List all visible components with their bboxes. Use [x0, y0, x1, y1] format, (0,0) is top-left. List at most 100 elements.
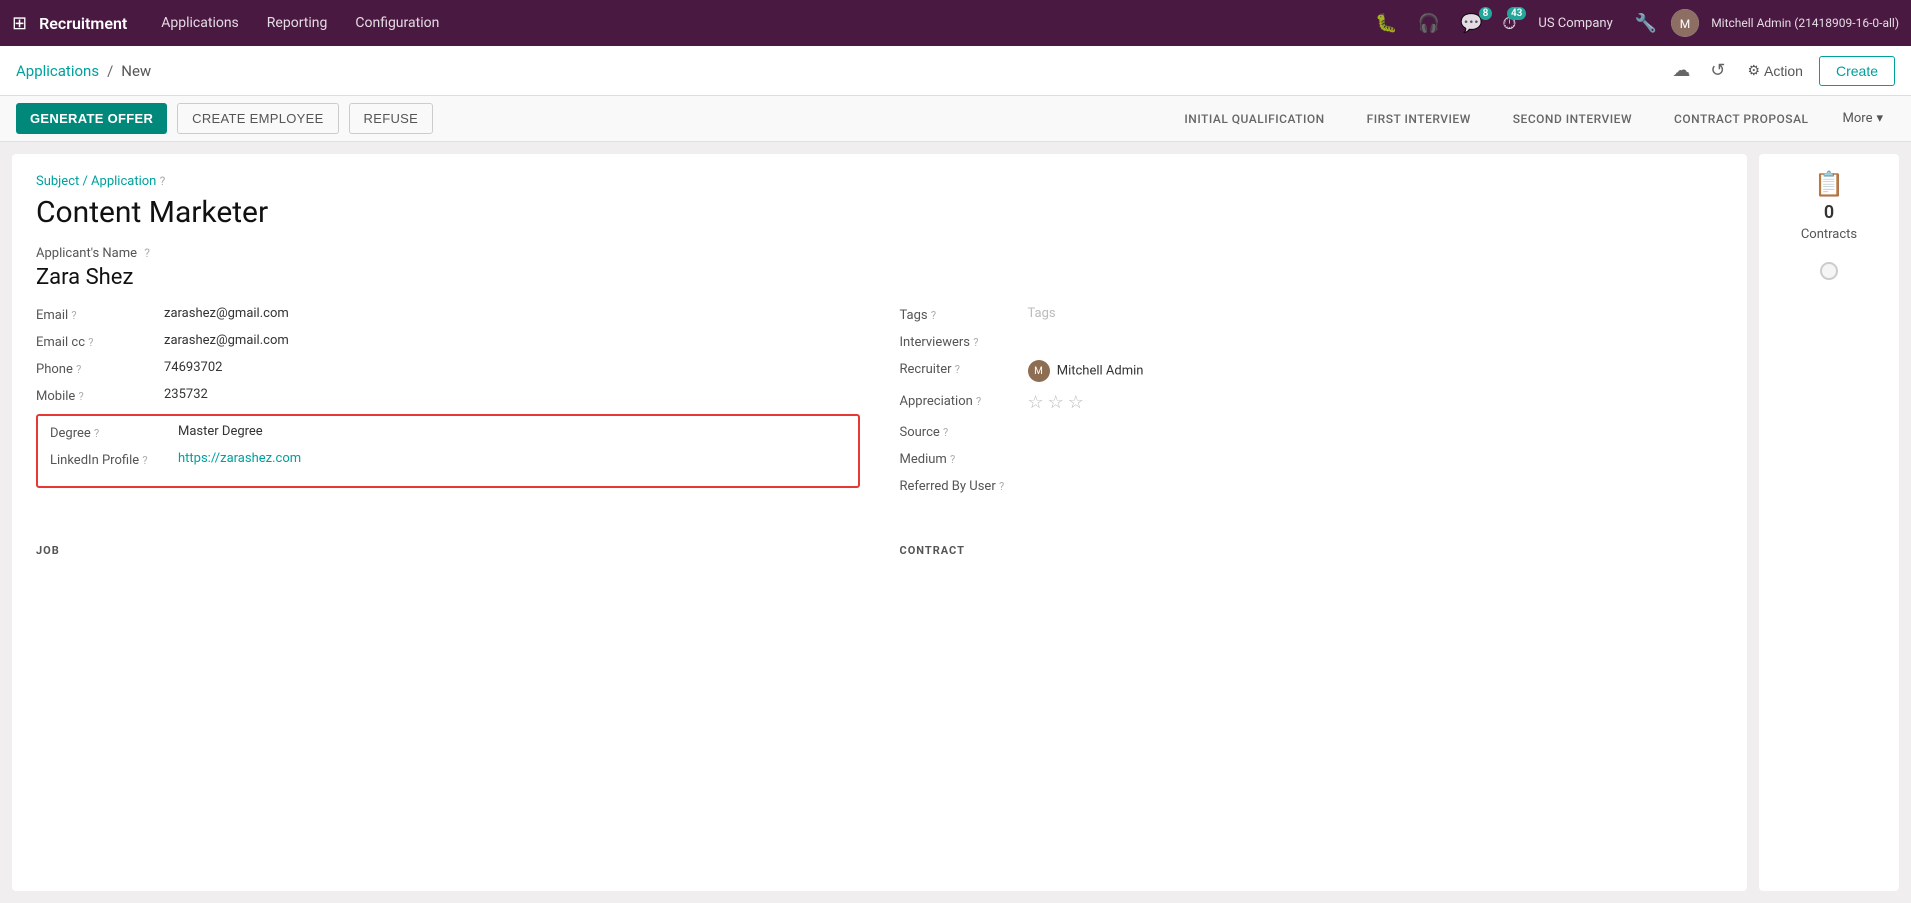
user-avatar[interactable]: M [1671, 9, 1699, 37]
tags-value[interactable]: Tags [1028, 306, 1056, 321]
messages-badge: 8 [1479, 7, 1493, 20]
email-help-icon[interactable]: ? [71, 309, 76, 322]
support-icon[interactable]: 🎧 [1412, 9, 1446, 38]
status-bar: Generate Offer Create Employee Refuse In… [0, 96, 1911, 142]
phone-help-icon[interactable]: ? [76, 363, 81, 376]
bug-icon[interactable]: 🐛 [1369, 9, 1403, 38]
contracts-count: 0 [1824, 202, 1834, 223]
breadcrumb-separator: / [107, 62, 113, 80]
gear-icon: ⚙ [1747, 62, 1760, 79]
source-label: Source ? [900, 423, 1020, 440]
interviewers-help-icon[interactable]: ? [973, 336, 978, 349]
linkedin-help-icon[interactable]: ? [142, 454, 147, 467]
recruiter-value: M Mitchell Admin [1028, 360, 1144, 382]
right-column: Tags ? Tags Interviewers ? Recruiter ? [900, 306, 1724, 504]
section-contract: CONTRACT [900, 544, 1724, 557]
breadcrumb-bar: Applications / New ☁ ↺ ⚙ Action Create [0, 46, 1911, 96]
tags-label: Tags ? [900, 306, 1020, 323]
generate-offer-button[interactable]: Generate Offer [16, 103, 167, 134]
stage-second-interview[interactable]: Second Interview [1489, 104, 1650, 134]
source-row: Source ? [900, 423, 1724, 440]
form-title[interactable]: Content Marketer [36, 195, 1723, 230]
tags-help-icon[interactable]: ? [931, 309, 936, 322]
left-column: Email ? zarashez@gmail.com Email cc ? za… [36, 306, 860, 504]
highlighted-fields-box: Degree ? Master Degree LinkedIn Profile … [36, 414, 860, 488]
company-name: US Company [1538, 16, 1612, 31]
refresh-icon[interactable]: ↺ [1704, 56, 1731, 85]
source-help-icon[interactable]: ? [943, 426, 948, 439]
star-2[interactable]: ☆ [1048, 392, 1064, 413]
refuse-button[interactable]: Refuse [349, 103, 434, 134]
chevron-down-icon: ▾ [1876, 111, 1883, 126]
email-cc-label: Email cc ? [36, 333, 156, 350]
medium-help-icon[interactable]: ? [950, 453, 955, 466]
phone-value: 74693702 [164, 360, 222, 375]
linkedin-row: LinkedIn Profile ? https://zarashez.com [50, 451, 846, 468]
pipeline-stages: Initial Qualification First Interview Se… [1160, 104, 1826, 134]
mobile-row: Mobile ? 235732 [36, 387, 860, 404]
nav-applications[interactable]: Applications [151, 11, 249, 35]
create-button[interactable]: Create [1819, 56, 1895, 86]
stage-contract-proposal[interactable]: Contract Proposal [1650, 104, 1826, 134]
degree-label: Degree ? [50, 424, 170, 441]
phone-label: Phone ? [36, 360, 156, 377]
medium-row: Medium ? [900, 450, 1724, 467]
stage-first-interview[interactable]: First Interview [1343, 104, 1489, 134]
tags-row: Tags ? Tags [900, 306, 1724, 323]
email-label: Email ? [36, 306, 156, 323]
clock-icon[interactable]: ⏱ 43 [1496, 9, 1522, 38]
more-label: More [1843, 111, 1873, 126]
appreciation-row: Appreciation ? ☆ ☆ ☆ [900, 392, 1724, 413]
appreciation-stars[interactable]: ☆ ☆ ☆ [1028, 392, 1084, 413]
breadcrumb-parent[interactable]: Applications [16, 62, 99, 80]
cloud-save-icon[interactable]: ☁ [1666, 56, 1696, 85]
top-navigation: ⊞ Recruitment Applications Reporting Con… [0, 0, 1911, 46]
linkedin-value[interactable]: https://zarashez.com [178, 451, 301, 466]
section-job: JOB [36, 544, 860, 557]
referred-by-label: Referred By User ? [900, 477, 1020, 494]
applicant-name-label: Applicant's Name ? [36, 246, 1723, 261]
appreciation-help-icon[interactable]: ? [976, 395, 981, 408]
action-button[interactable]: ⚙ Action [1739, 58, 1810, 83]
status-radio[interactable] [1820, 262, 1838, 280]
email-cc-help-icon[interactable]: ? [88, 336, 93, 349]
messages-icon[interactable]: 💬 8 [1454, 9, 1488, 38]
email-row: Email ? zarashez@gmail.com [36, 306, 860, 323]
subject-help-icon[interactable]: ? [160, 174, 166, 188]
contracts-widget[interactable]: 📋 0 Contracts [1801, 170, 1857, 242]
svg-text:M: M [1680, 17, 1690, 31]
email-cc-value: zarashez@gmail.com [164, 333, 289, 348]
email-value: zarashez@gmail.com [164, 306, 289, 321]
create-employee-button[interactable]: Create Employee [177, 103, 338, 134]
star-3[interactable]: ☆ [1068, 392, 1084, 413]
nav-reporting[interactable]: Reporting [257, 11, 338, 35]
recruiter-avatar: M [1028, 360, 1050, 382]
stage-initial-qualification[interactable]: Initial Qualification [1160, 104, 1342, 134]
settings-icon[interactable]: 🔧 [1629, 9, 1663, 38]
medium-label: Medium ? [900, 450, 1020, 467]
contracts-icon: 📋 [1814, 170, 1844, 198]
appreciation-label: Appreciation ? [900, 392, 1020, 409]
breadcrumb-current: New [121, 62, 151, 80]
degree-help-icon[interactable]: ? [94, 427, 99, 440]
interviewers-label: Interviewers ? [900, 333, 1020, 350]
degree-row: Degree ? Master Degree [50, 424, 846, 441]
mobile-help-icon[interactable]: ? [79, 390, 84, 403]
recruiter-help-icon[interactable]: ? [955, 363, 960, 376]
nav-configuration[interactable]: Configuration [345, 11, 449, 35]
referred-by-row: Referred By User ? [900, 477, 1724, 494]
user-info: Mitchell Admin (21418909-16-0-all) [1711, 16, 1899, 30]
star-1[interactable]: ☆ [1028, 392, 1044, 413]
action-label: Action [1764, 63, 1803, 79]
recruiter-label: Recruiter ? [900, 360, 1020, 377]
degree-value: Master Degree [178, 424, 263, 439]
app-grid-icon[interactable]: ⊞ [12, 13, 27, 34]
main-content: Subject / Application ? Content Marketer… [0, 142, 1911, 903]
contracts-label: Contracts [1801, 227, 1857, 242]
referred-by-help-icon[interactable]: ? [999, 480, 1004, 493]
email-cc-row: Email cc ? zarashez@gmail.com [36, 333, 860, 350]
form-area: Subject / Application ? Content Marketer… [12, 154, 1747, 891]
stage-more[interactable]: More ▾ [1831, 103, 1895, 134]
interviewers-row: Interviewers ? [900, 333, 1724, 350]
applicant-name-help-icon[interactable]: ? [144, 246, 150, 260]
